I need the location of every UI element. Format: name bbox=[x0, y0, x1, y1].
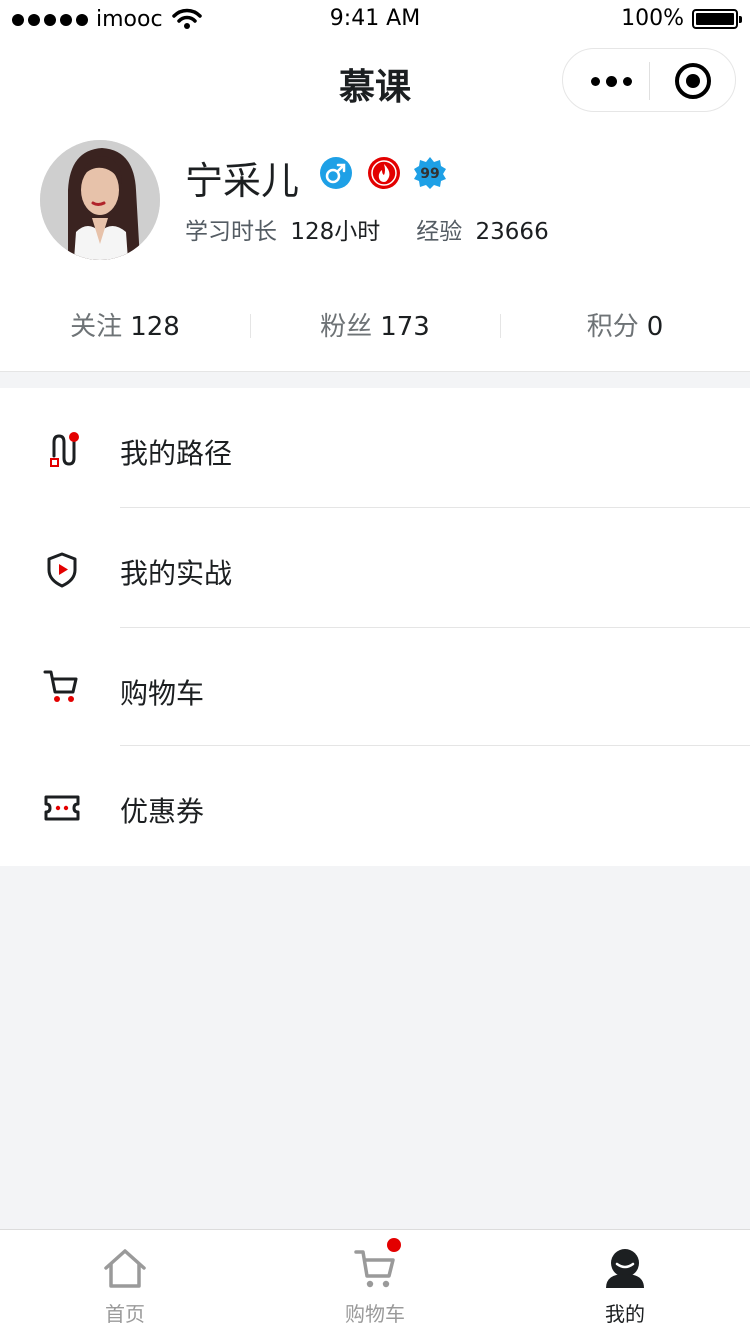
profile-section: 宁采儿 99 学习时长 128小时 经验 23666 关注 128 粉丝 173 积… bbox=[0, 128, 750, 372]
follow-counts: 关注 128 粉丝 173 积分 0 bbox=[0, 306, 750, 346]
menu-item-my-path[interactable]: 我的路径 bbox=[0, 388, 750, 508]
battery-status: 100% bbox=[621, 6, 742, 31]
menu-label: 我的路径 bbox=[120, 437, 233, 470]
path-icon bbox=[50, 432, 79, 467]
miniprogram-capsule bbox=[562, 48, 736, 112]
menu-item-my-practice[interactable]: 我的实战 bbox=[0, 508, 750, 628]
navigation-bar: 慕课 bbox=[0, 40, 750, 128]
battery-percentage: 100% bbox=[621, 6, 684, 31]
shield-play-icon bbox=[47, 552, 77, 588]
tab-bar: 首页 购物车 我的 bbox=[0, 1229, 750, 1334]
cart-notification-dot bbox=[387, 1238, 401, 1252]
experience: 经验 23666 bbox=[416, 219, 549, 245]
fire-icon bbox=[368, 157, 400, 189]
fans-count[interactable]: 粉丝 173 bbox=[250, 306, 500, 346]
experience-value: 23666 bbox=[475, 219, 549, 245]
user-stats: 学习时长 128小时 经验 23666 bbox=[185, 212, 549, 246]
tab-label: 我的 bbox=[605, 1302, 645, 1326]
tab-mine[interactable]: 我的 bbox=[500, 1230, 750, 1334]
battery-icon bbox=[692, 8, 742, 29]
menu-label: 购物车 bbox=[120, 677, 205, 710]
more-icon[interactable] bbox=[591, 76, 632, 87]
quote-badge-icon: 99 bbox=[414, 157, 446, 189]
tab-home[interactable]: 首页 bbox=[0, 1230, 250, 1334]
tab-cart[interactable]: 购物车 bbox=[250, 1230, 500, 1334]
cart-icon bbox=[354, 1250, 395, 1288]
menu-list: 我的路径 我的实战 购物车 优惠券 bbox=[0, 388, 750, 866]
svg-text:99: 99 bbox=[420, 166, 439, 182]
close-miniprogram-icon[interactable] bbox=[675, 63, 711, 99]
user-name: 宁采儿 bbox=[185, 159, 300, 203]
status-bar: imooc 9:41 AM 100% bbox=[0, 0, 750, 40]
menu-label: 优惠券 bbox=[120, 795, 205, 828]
study-time: 学习时长 128小时 bbox=[185, 219, 381, 245]
capsule-divider bbox=[649, 62, 650, 100]
points-count[interactable]: 积分 0 bbox=[500, 306, 750, 346]
study-time-value: 128小时 bbox=[290, 219, 381, 245]
user-icon bbox=[606, 1249, 644, 1288]
menu-item-cart[interactable]: 购物车 bbox=[0, 628, 750, 746]
menu-label: 我的实战 bbox=[120, 557, 233, 590]
coupon-icon bbox=[44, 795, 80, 821]
male-icon bbox=[320, 157, 352, 189]
menu-item-coupons[interactable]: 优惠券 bbox=[0, 746, 750, 866]
cart-icon bbox=[43, 670, 78, 702]
tab-label: 购物车 bbox=[345, 1302, 405, 1326]
home-icon bbox=[104, 1249, 146, 1288]
following-count[interactable]: 关注 128 bbox=[0, 306, 250, 346]
tab-label: 首页 bbox=[105, 1302, 145, 1326]
avatar[interactable] bbox=[40, 140, 160, 260]
